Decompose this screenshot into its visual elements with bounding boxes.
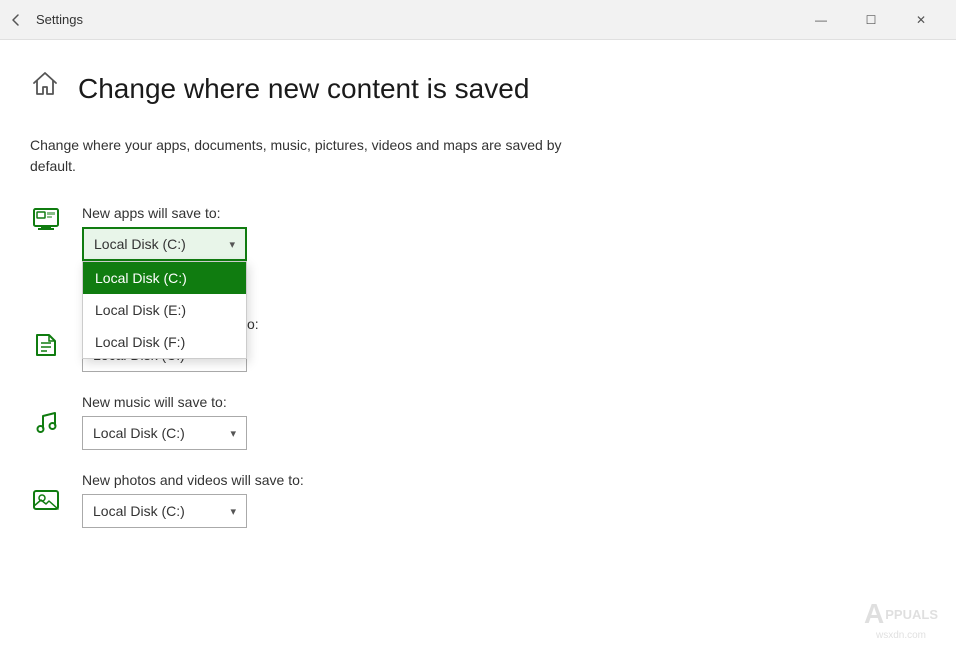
photos-icon [30,486,62,514]
main-content: Change where new content is saved Change… [0,40,956,659]
window-title: Settings [36,12,83,27]
photos-section-content: New photos and videos will save to: Loca… [82,472,304,528]
close-button[interactable]: ✕ [898,4,944,36]
apps-option-f[interactable]: Local Disk (F:) [83,326,246,358]
maximize-button[interactable]: ☐ [848,4,894,36]
photos-dropdown-arrow: ▾ [230,505,236,518]
window-controls: — ☐ ✕ [798,4,944,36]
page-header: Change where new content is saved [30,70,916,107]
music-section-content: New music will save to: Local Disk (C:) … [82,394,247,450]
apps-label: New apps will save to: [82,205,247,221]
watermark-logo: A [864,598,882,630]
photos-section-row: New photos and videos will save to: Loca… [30,472,916,528]
page-title: Change where new content is saved [78,73,529,105]
music-dropdown-arrow: ▾ [230,427,236,440]
apps-option-c[interactable]: Local Disk (C:) [83,262,246,294]
apps-dropdown-value: Local Disk (C:) [94,236,186,252]
watermark-ppuals: PPUALS [885,607,938,622]
apps-section-content: New apps will save to: Local Disk (C:) ▾… [82,205,247,261]
watermark: A PPUALS wsxdn.com [864,598,938,641]
photos-label: New photos and videos will save to: [82,472,304,488]
music-icon [30,408,62,436]
apps-dropdown-container: Local Disk (C:) ▾ Local Disk (C:) Local … [82,227,247,261]
photos-dropdown-value: Local Disk (C:) [93,503,185,519]
music-dropdown-value: Local Disk (C:) [93,425,185,441]
photos-dropdown[interactable]: Local Disk (C:) ▾ [82,494,247,528]
apps-section-row: New apps will save to: Local Disk (C:) ▾… [30,205,916,261]
apps-option-e[interactable]: Local Disk (E:) [83,294,246,326]
music-section-row: New music will save to: Local Disk (C:) … [30,394,916,450]
documents-icon [30,330,62,358]
apps-icon [30,205,62,233]
apps-dropdown[interactable]: Local Disk (C:) ▾ [82,227,247,261]
watermark-domain: wsxdn.com [876,630,926,641]
page-description: Change where your apps, documents, music… [30,135,590,177]
title-bar-left: Settings [8,12,83,28]
back-button[interactable] [8,12,24,28]
title-bar: Settings — ☐ ✕ [0,0,956,40]
home-icon [30,70,60,107]
apps-dropdown-popup: Local Disk (C:) Local Disk (E:) Local Di… [82,261,247,359]
minimize-button[interactable]: — [798,4,844,36]
apps-dropdown-arrow: ▾ [229,238,235,251]
music-label: New music will save to: [82,394,247,410]
music-dropdown[interactable]: Local Disk (C:) ▾ [82,416,247,450]
